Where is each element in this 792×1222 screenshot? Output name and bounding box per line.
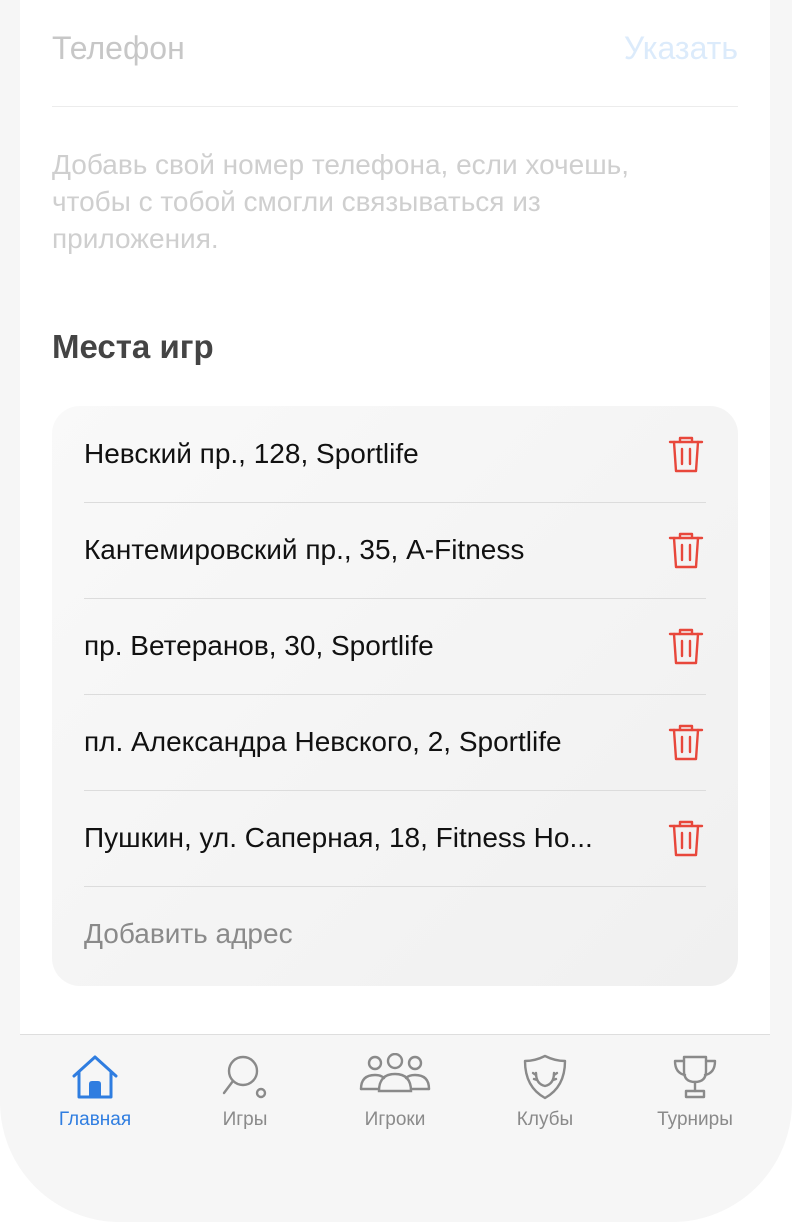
add-address-button[interactable]: Добавить адрес	[84, 918, 293, 950]
tab-label: Турниры	[657, 1109, 733, 1130]
place-item[interactable]: пл. Александра Невского, 2, Sportlife	[84, 694, 706, 791]
ping-pong-paddle-icon	[222, 1055, 267, 1099]
place-item[interactable]: Пушкин, ул. Саперная, 18, Fitness Ho...	[84, 790, 706, 887]
players-icon	[359, 1053, 431, 1093]
place-item[interactable]: Кантемировский пр., 35, A-Fitness	[84, 502, 706, 599]
home-icon	[72, 1055, 118, 1099]
tab-games[interactable]: Игры	[170, 1035, 320, 1165]
tab-label: Главная	[58, 1109, 132, 1130]
places-section-title: Места игр	[52, 328, 214, 365]
tab-clubs[interactable]: Клубы	[470, 1035, 620, 1165]
tab-home[interactable]: Главная	[20, 1035, 170, 1165]
tab-tournaments[interactable]: Турниры	[620, 1035, 770, 1165]
profile-screen: Телефон Указать Добавь свой номер телефо…	[20, 0, 770, 1034]
tab-label: Игры	[222, 1109, 268, 1130]
phone-label: Телефон	[52, 30, 185, 66]
tab-label: Игроки	[364, 1109, 426, 1130]
device-frame: Телефон Указать Добавь свой номер телефо…	[0, 0, 792, 1222]
specify-phone-button[interactable]: Указать	[624, 30, 738, 67]
bottom-tab-bar: Главная Игры Игроки Клубы Турниры	[20, 1034, 770, 1165]
place-label: пл. Александра Невского, 2, Sportlife	[84, 726, 562, 757]
place-label: Пушкин, ул. Саперная, 18, Fitness Ho...	[84, 822, 593, 853]
trophy-icon	[673, 1055, 717, 1099]
shield-icon	[523, 1054, 567, 1100]
trash-icon[interactable]	[668, 818, 704, 858]
tab-players[interactable]: Игроки	[320, 1035, 470, 1165]
place-label: пр. Ветеранов, 30, Sportlife	[84, 630, 434, 661]
place-label: Кантемировский пр., 35, A-Fitness	[84, 534, 525, 565]
place-label: Невский пр., 128, Sportlife	[84, 438, 419, 469]
trash-icon[interactable]	[668, 722, 704, 762]
place-item[interactable]: пр. Ветеранов, 30, Sportlife	[84, 598, 706, 695]
trash-icon[interactable]	[668, 626, 704, 666]
phone-hint-text: Добавь свой номер телефона, если хочешь,…	[52, 149, 630, 254]
phone-row[interactable]: Телефон Указать	[52, 0, 738, 107]
trash-icon[interactable]	[668, 530, 704, 570]
tab-label: Клубы	[516, 1109, 574, 1130]
trash-icon[interactable]	[668, 434, 704, 474]
places-list: Невский пр., 128, Sportlife Кантемировск…	[52, 406, 738, 986]
place-item[interactable]: Невский пр., 128, Sportlife	[84, 406, 706, 503]
